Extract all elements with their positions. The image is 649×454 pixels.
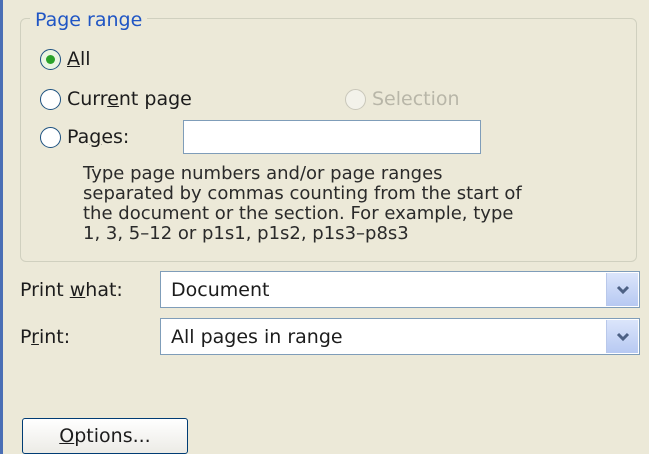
radio-all[interactable]: All bbox=[40, 48, 91, 70]
pages-input[interactable] bbox=[183, 120, 481, 154]
window-left-edge bbox=[0, 0, 3, 454]
chevron-down-icon[interactable] bbox=[606, 273, 638, 306]
options-button[interactable]: Options... bbox=[22, 418, 188, 454]
print-what-value: Document bbox=[171, 279, 270, 301]
print-what-label: Print what: bbox=[20, 279, 123, 301]
radio-selection-label: Selection bbox=[372, 88, 460, 110]
radio-all-label: All bbox=[67, 48, 91, 70]
radio-all-indicator[interactable] bbox=[40, 48, 61, 70]
radio-pages-label: Pages: bbox=[67, 126, 130, 148]
hint-line: separated by commas counting from the st… bbox=[83, 183, 522, 204]
radio-current-page-label: Current page bbox=[67, 88, 192, 110]
hint-line: the document or the section. For example… bbox=[83, 203, 514, 224]
radio-selection-indicator bbox=[345, 88, 366, 110]
radio-pages-indicator[interactable] bbox=[40, 126, 61, 148]
radio-pages[interactable]: Pages: bbox=[40, 126, 129, 148]
chevron-down-icon[interactable] bbox=[606, 320, 638, 353]
radio-current-page-indicator[interactable] bbox=[40, 88, 61, 110]
print-value: All pages in range bbox=[171, 326, 343, 348]
radio-selection: Selection bbox=[345, 88, 460, 110]
hint-line: Type page numbers and/or page ranges bbox=[83, 163, 443, 184]
hint-line: 1, 3, 5–12 or p1s1, p1s2, p1s3–p8s3 bbox=[83, 223, 409, 244]
print-label: Print: bbox=[20, 326, 71, 348]
page-range-hint: Type page numbers and/or page ranges sep… bbox=[83, 164, 643, 244]
page-range-legend: Page range bbox=[30, 9, 148, 31]
radio-current-page[interactable]: Current page bbox=[40, 88, 192, 110]
print-what-select[interactable]: Document bbox=[160, 271, 640, 308]
print-select[interactable]: All pages in range bbox=[160, 318, 640, 355]
